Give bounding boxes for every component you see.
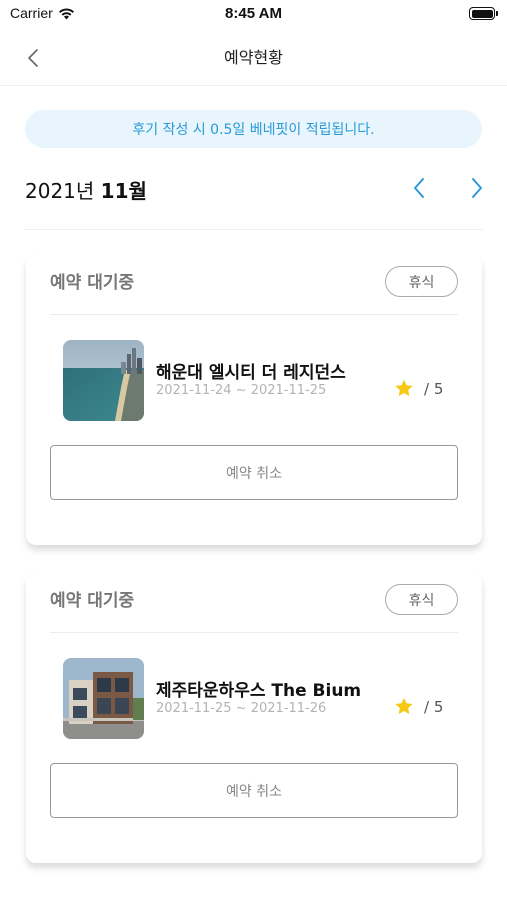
battery-icon [469,7,498,20]
next-month-button[interactable] [463,173,491,203]
hotel-thumbnail[interactable] [63,658,144,739]
status-time: 8:45 AM [225,5,282,22]
month-label: 2021년 11월 [25,175,147,204]
reservation-card: 예약 대기중 휴식 해운대 엘시티 더 레지던스 2021-11-24 ~ 20… [26,255,482,545]
chevron-right-icon [472,178,482,198]
cancel-reservation-button[interactable]: 예약 취소 [50,763,458,818]
month-value: 11월 [100,179,147,203]
rating-value: / 5 [424,379,444,398]
month-selector: 2021년 11월 [25,165,485,211]
nav-bar: 예약현황 [0,30,507,86]
stay-dates: 2021-11-24 ~ 2021-11-25 [156,383,327,398]
rest-badge[interactable]: 휴식 [385,584,458,615]
stay-dates: 2021-11-25 ~ 2021-11-26 [156,701,327,716]
reservation-status: 예약 대기중 [50,273,135,293]
star-icon [395,379,413,397]
page-title: 예약현황 [224,48,283,67]
rating: / 5 [394,379,443,398]
prev-month-button[interactable] [405,173,433,203]
year-label: 2021년 [25,179,95,203]
divider [25,229,483,230]
divider [50,632,458,633]
reservation-status: 예약 대기중 [50,591,135,611]
divider [50,314,458,315]
chevron-left-icon [414,178,424,198]
rest-badge[interactable]: 휴식 [385,266,458,297]
cancel-reservation-button[interactable]: 예약 취소 [50,445,458,500]
status-bar: Carrier 8:45 AM [0,0,507,30]
rating-value: / 5 [424,697,444,716]
benefit-banner: 후기 작성 시 0.5일 베네핏이 적립됩니다. [25,110,482,148]
rating: / 5 [394,697,443,716]
star-icon [395,697,413,715]
reservation-card: 예약 대기중 휴식 제주타운하우스 The Bium 2021-11-25 ~ … [26,573,482,863]
hotel-thumbnail[interactable] [63,340,144,421]
hotel-name[interactable]: 해운대 엘시티 더 레지던스 [156,358,346,383]
hotel-name[interactable]: 제주타운하우스 The Bium [156,676,361,701]
